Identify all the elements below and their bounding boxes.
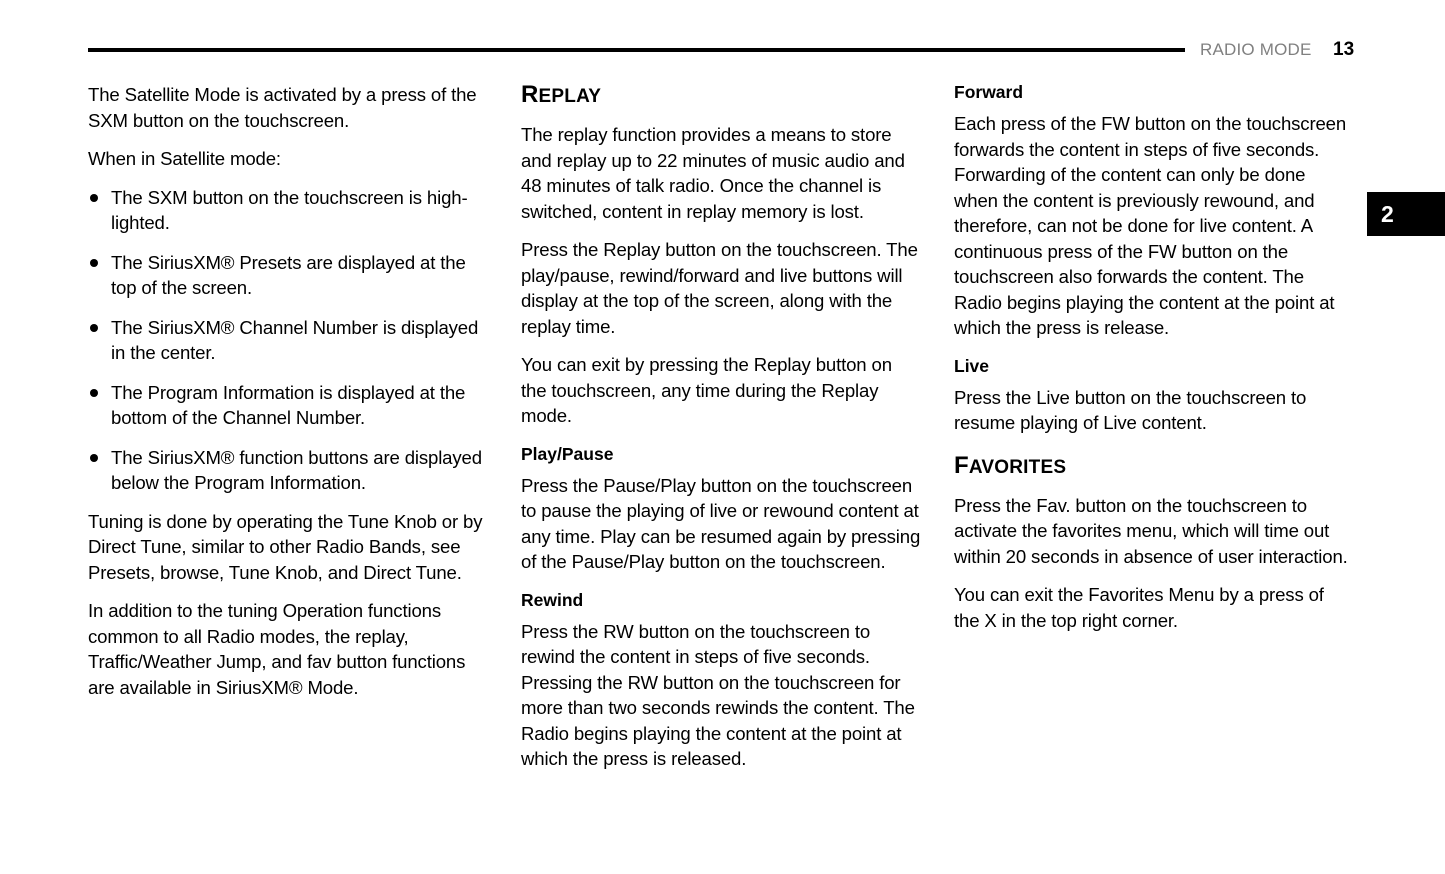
play-pause-paragraph: Press the Pause/Play button on the touch… [521, 474, 921, 573]
satellite-intro-paragraph: The Satellite Mode is activated by a pre… [88, 84, 477, 131]
subheading-rewind: Rewind [521, 589, 584, 610]
list-item: The SiriusXM® Channel Number is displaye… [88, 315, 488, 366]
satellite-list-lead-in: When in Satellite mode: [88, 148, 281, 169]
bullet-dot-icon [90, 453, 98, 462]
page-header: RADIO MODE 13 [0, 0, 1445, 70]
section-heading-favorites: FAVORITES [954, 451, 1354, 481]
tuning-paragraph: Tuning is done by operating the Tune Kno… [88, 510, 483, 583]
page-body: The Satellite Mode is activated by a pre… [88, 82, 1358, 862]
replay-paragraph-2: Press the Replay button on the touchscre… [521, 239, 918, 337]
forward-paragraph: Each press of the FW button on the touch… [954, 113, 1347, 338]
heading-initial: F [954, 451, 969, 479]
replay-paragraph-1: The replay function provides a means to … [521, 124, 905, 222]
section-heading-replay: REPLAY [521, 82, 921, 110]
chapter-thumb-tab: 2 [1367, 192, 1445, 236]
column-1: The Satellite Mode is activated by a pre… [88, 82, 488, 713]
heading-smallcaps: EPLAY [538, 86, 602, 107]
favorites-paragraph-1: Press the Fav. button on the touchscreen… [954, 494, 1348, 567]
replay-paragraph-3: You can exit by pressing the Replay butt… [521, 354, 892, 426]
subheading-play-pause: Play/Pause [521, 443, 614, 464]
list-item-label: The SXM button on the touchscreen is hig… [111, 186, 468, 234]
subheading-live: Live [954, 355, 990, 376]
heading-smallcaps: AVORITES [968, 456, 1067, 478]
rewind-paragraph: Press the RW button on the touchscreen t… [521, 620, 915, 770]
bullet-dot-icon [90, 323, 98, 332]
bullet-dot-icon [90, 258, 98, 267]
list-item: The Program Information is displayed at … [88, 380, 488, 431]
bullet-dot-icon [90, 193, 98, 202]
page-number: 13 [1333, 39, 1355, 60]
list-item: The SXM button on the touchscreen is hig… [88, 185, 488, 236]
list-item-label: The SiriusXM® Presets are displayed at t… [111, 251, 466, 299]
list-item-label: The SiriusXM® function buttons are displ… [111, 446, 482, 494]
list-item: The SiriusXM® Presets are displayed at t… [88, 250, 488, 301]
list-item-label: The Program Information is displayed at … [111, 381, 466, 429]
additional-functions-paragraph: In addition to the tuning Operation func… [88, 600, 466, 698]
satellite-mode-bullet-list: The SXM button on the touchscreen is hig… [88, 185, 488, 496]
heading-initial: R [521, 81, 539, 108]
list-item-label: The SiriusXM® Channel Number is displaye… [111, 316, 479, 364]
chapter-number: 2 [1381, 201, 1394, 227]
list-item: The SiriusXM® function buttons are displ… [88, 445, 488, 496]
header-rule [88, 48, 1185, 52]
header-chapter-label: RADIO MODE [1200, 40, 1312, 59]
column-3: Forward Each press of the FW button on t… [954, 82, 1354, 646]
live-paragraph: Press the Live button on the touchscreen… [954, 386, 1307, 434]
bullet-dot-icon [90, 388, 98, 397]
column-2: REPLAY The replay function provides a me… [521, 82, 921, 785]
favorites-paragraph-2: You can exit the Favorites Menu by a pre… [954, 584, 1324, 631]
subheading-forward: Forward [954, 82, 1024, 102]
